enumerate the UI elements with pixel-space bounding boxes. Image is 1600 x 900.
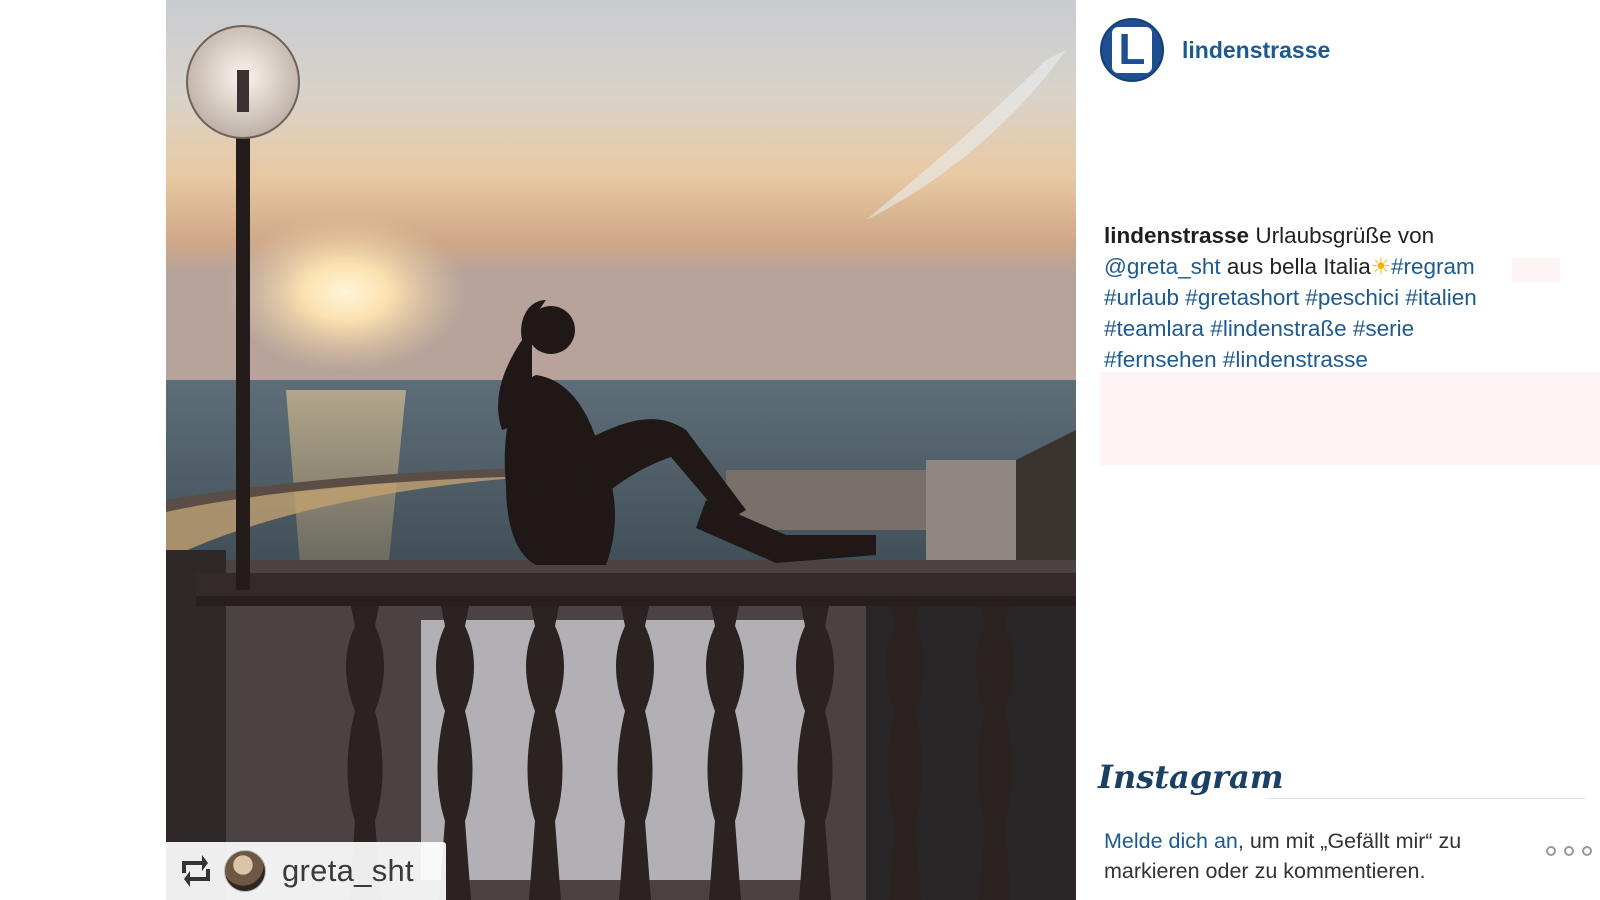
caption-mention-link[interactable]: @greta_sht — [1104, 254, 1221, 279]
regram-icon — [182, 855, 210, 887]
post-header: L lindenstrasse — [1100, 18, 1330, 82]
avatar-logo-letter: L — [1112, 27, 1152, 73]
regram-user-avatar — [224, 850, 266, 892]
highlight-box — [1100, 372, 1600, 465]
hashtag-links-line-4[interactable]: #fernsehen #lindenstrasse — [1104, 347, 1368, 372]
more-options-icon[interactable] — [1546, 846, 1592, 856]
post-caption: lindenstrasse Urlaubsgrüße von @greta_sh… — [1104, 220, 1544, 375]
caption-text-1: Urlaubsgrüße von — [1255, 223, 1435, 248]
dot-icon — [1564, 846, 1574, 856]
caption-text-2: aus bella Italia — [1226, 254, 1371, 279]
footer-divider — [1266, 798, 1586, 799]
hashtag-links-line-2[interactable]: #urlaub #gretashort #peschici #italien — [1104, 285, 1477, 310]
profile-avatar[interactable]: L — [1100, 18, 1164, 82]
instagram-logo[interactable]: Instagram — [1098, 758, 1284, 796]
login-link[interactable]: Melde dich an — [1104, 829, 1238, 853]
sun-icon: ☀ — [1370, 254, 1391, 279]
regram-badge: greta_sht — [166, 842, 446, 900]
post-image[interactable]: greta_sht — [166, 0, 1076, 900]
login-prompt: Melde dich an, um mit „Gefällt mir“ zu m… — [1104, 826, 1544, 886]
dot-icon — [1546, 846, 1556, 856]
dot-icon — [1582, 846, 1592, 856]
header-username-link[interactable]: lindenstrasse — [1182, 37, 1330, 64]
regram-username: greta_sht — [282, 853, 414, 888]
hashtag-link-regram[interactable]: #regram — [1391, 254, 1475, 279]
hashtag-links-line-3[interactable]: #teamlara #lindenstraße #serie — [1104, 316, 1414, 341]
post-details-panel: L lindenstrasse lindenstrasse Urlaubsgrü… — [1076, 0, 1600, 900]
sunset-photo — [166, 0, 1076, 900]
caption-username-link[interactable]: lindenstrasse — [1104, 223, 1249, 248]
